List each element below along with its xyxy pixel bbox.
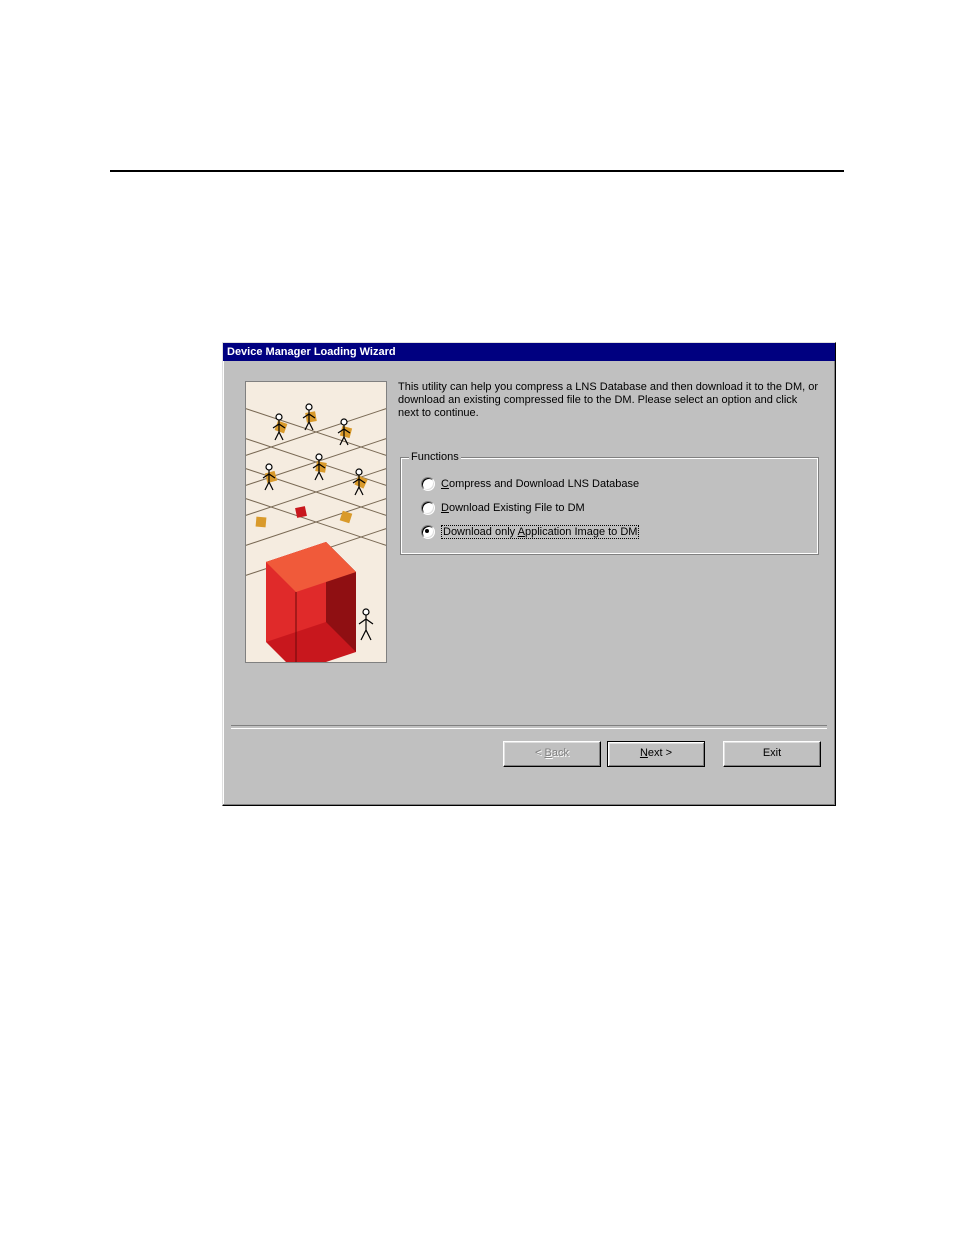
wizard-side-image [245,381,387,663]
radio-icon [421,477,435,491]
wizard-dialog: Device Manager Loading Wizard [222,342,836,806]
exit-button[interactable]: Exit [723,741,821,767]
radio-label: Compress and Download LNS Database [441,478,639,490]
page-divider [110,170,844,172]
title-bar: Device Manager Loading Wizard [223,343,835,361]
dialog-body: This utility can help you compress a LNS… [223,361,835,779]
radio-option-compress[interactable]: Compress and Download LNS Database [421,475,810,493]
radio-icon [421,501,435,515]
button-row: < Back Next > Exit [503,741,821,767]
radio-option-download-image[interactable]: Download only Application Image to DM [421,523,810,541]
functions-group: Functions Compress and Download LNS Data… [400,451,819,555]
radio-icon [421,525,435,539]
next-button[interactable]: Next > [607,741,705,767]
intro-text: This utility can help you compress a LNS… [398,381,821,420]
button-separator [231,725,827,729]
radio-option-download-existing[interactable]: Download Existing File to DM [421,499,810,517]
title-text: Device Manager Loading Wizard [227,346,396,358]
functions-legend: Functions [409,451,461,463]
radio-label: Download Existing File to DM [441,502,585,514]
radio-label: Download only Application Image to DM [441,525,639,539]
back-button: < Back [503,741,601,767]
